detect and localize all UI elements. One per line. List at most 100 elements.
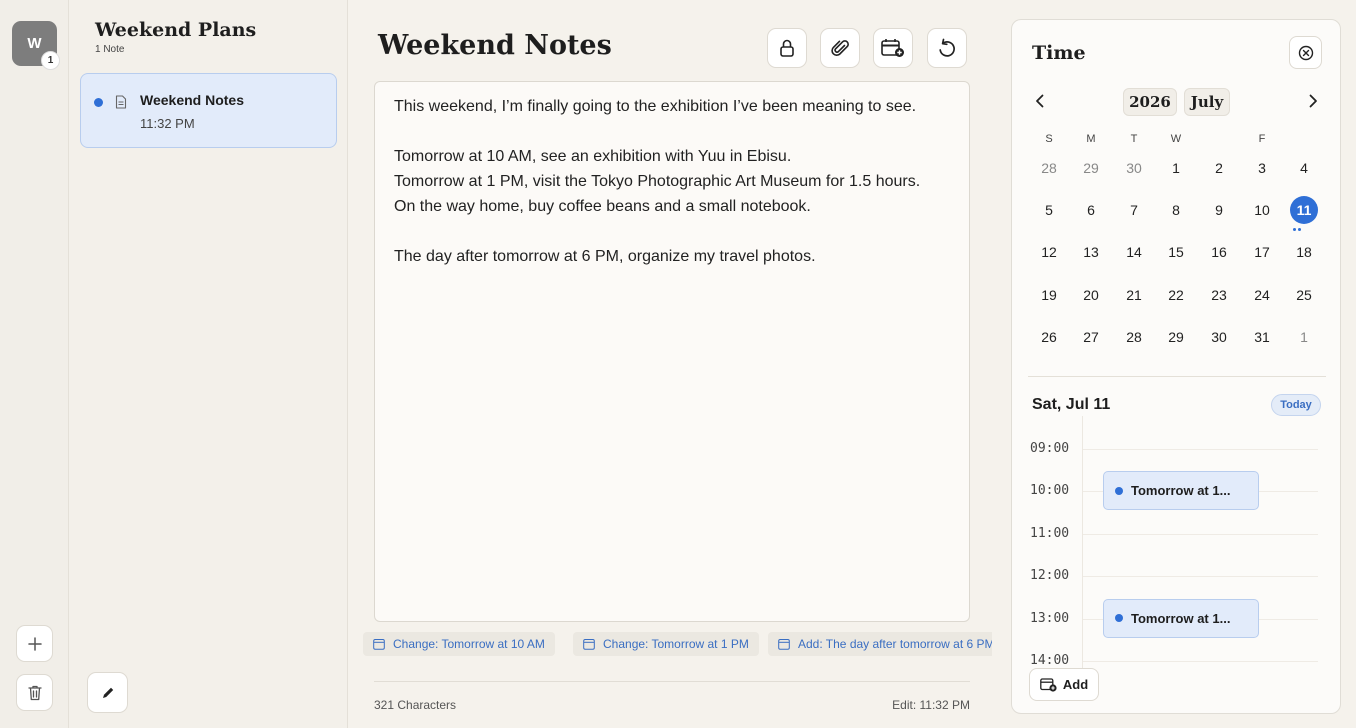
calendar-day[interactable]: 31 bbox=[1242, 322, 1282, 352]
suggestion-chip-add-6pm[interactable]: Add: The day after tomorrow at 6 PM bbox=[768, 632, 992, 656]
calendar-day[interactable]: 22 bbox=[1156, 280, 1196, 310]
calendar-day[interactable]: 15 bbox=[1156, 237, 1196, 267]
unsaved-dot bbox=[94, 98, 103, 107]
note-line: This weekend, I’m finally going to the e… bbox=[394, 98, 917, 115]
attach-button[interactable] bbox=[820, 28, 860, 68]
calendar-day[interactable]: 1 bbox=[1156, 153, 1196, 183]
calendar-day[interactable]: 13 bbox=[1071, 237, 1111, 267]
selected-date-label: Sat, Jul 11 bbox=[1032, 396, 1111, 413]
note-line: The day after tomorrow at 6 PM, organize… bbox=[394, 248, 816, 265]
calendar-day[interactable]: 18 bbox=[1284, 237, 1324, 267]
delete-folder-button[interactable] bbox=[16, 674, 53, 711]
timeline-hour-label: 12:00 bbox=[1030, 568, 1070, 583]
calendar-day[interactable]: 4 bbox=[1284, 153, 1324, 183]
add-event-label: Add bbox=[1062, 677, 1089, 692]
timeline-hour-line bbox=[1083, 448, 1318, 450]
today-button[interactable]: Today bbox=[1271, 394, 1321, 416]
calendar-day[interactable]: 27 bbox=[1071, 322, 1111, 352]
note-body-editor[interactable]: This weekend, I’m finally going to the e… bbox=[374, 81, 970, 622]
calendar-day[interactable]: 16 bbox=[1199, 237, 1239, 267]
calendar-day[interactable]: 2 bbox=[1199, 153, 1239, 183]
calendar-day[interactable]: 8 bbox=[1156, 195, 1196, 225]
calendar-day[interactable]: 29 bbox=[1156, 322, 1196, 352]
editor-panel: Weekend Notes This weekend, I’m finally … bbox=[348, 0, 996, 728]
next-month-button[interactable] bbox=[1304, 92, 1322, 110]
chevron-left-icon bbox=[1036, 94, 1044, 108]
event-dot bbox=[1115, 614, 1123, 622]
calendar-add-icon bbox=[881, 39, 904, 57]
paperclip-icon bbox=[831, 40, 849, 57]
suggestion-chip-label: Add: The day after tomorrow at 6 PM bbox=[798, 637, 992, 651]
pencil-icon bbox=[102, 687, 113, 698]
note-list-panel: Weekend Plans 1 Note Weekend Notes 11:32… bbox=[69, 0, 348, 728]
calendar-day-number: 11 bbox=[1290, 196, 1318, 224]
calendar-day[interactable]: 19 bbox=[1029, 280, 1069, 310]
new-note-button[interactable] bbox=[87, 672, 128, 713]
timeline-hour-label: 09:00 bbox=[1030, 440, 1070, 456]
time-panel-title: Time bbox=[1032, 42, 1086, 64]
calendar-icon bbox=[583, 639, 595, 650]
character-count: 321 Characters bbox=[374, 698, 457, 712]
day-timeline[interactable]: 08:0009:0010:0011:0012:0013:0014:00Tomor… bbox=[1028, 416, 1318, 668]
add-folder-button[interactable] bbox=[16, 625, 53, 662]
calendar-day[interactable]: 29 bbox=[1071, 153, 1111, 183]
calendar-day[interactable]: 5 bbox=[1029, 195, 1069, 225]
calendar-day[interactable]: 24 bbox=[1242, 280, 1282, 310]
timeline-event[interactable]: Tomorrow at 1... bbox=[1103, 471, 1259, 510]
calendar-day[interactable]: 9 bbox=[1199, 195, 1239, 225]
weekday-header: F bbox=[1258, 133, 1266, 145]
note-line: On the way home, buy coffee beans and a … bbox=[394, 198, 811, 215]
timeline-event-label: Tomorrow at 1... bbox=[1131, 483, 1231, 498]
suggestion-chip-change-10am[interactable]: Change: Tomorrow at 10 AM bbox=[363, 632, 555, 656]
month-select[interactable]: July bbox=[1184, 88, 1230, 116]
note-title: Weekend Notes bbox=[378, 30, 612, 61]
revert-button[interactable] bbox=[927, 28, 967, 68]
suggestion-chip-change-1pm[interactable]: Change: Tomorrow at 1 PM bbox=[573, 632, 759, 656]
calendar-day[interactable]: 30 bbox=[1114, 153, 1154, 183]
note-line: Tomorrow at 1 PM, visit the Tokyo Photog… bbox=[394, 173, 921, 190]
calendar-day[interactable]: 10 bbox=[1242, 195, 1282, 225]
folder-avatar-letter: W bbox=[27, 35, 42, 52]
prev-month-button[interactable] bbox=[1031, 92, 1049, 110]
add-to-calendar-button[interactable] bbox=[873, 28, 913, 68]
folder-title: Weekend Plans bbox=[95, 19, 257, 41]
timeline-event-label: Tomorrow at 1... bbox=[1131, 610, 1231, 626]
year-select[interactable]: 2026 bbox=[1123, 88, 1177, 116]
timeline-hour-line bbox=[1083, 661, 1318, 662]
calendar-day[interactable]: 25 bbox=[1284, 280, 1324, 310]
last-edited: Edit: 11:32 PM bbox=[892, 698, 970, 712]
calendar-day-selected[interactable]: 11 bbox=[1284, 195, 1324, 225]
lock-icon bbox=[780, 39, 794, 57]
calendar-day[interactable]: 30 bbox=[1199, 322, 1239, 352]
calendar-day[interactable]: 28 bbox=[1114, 322, 1154, 352]
calendar-day[interactable]: 21 bbox=[1114, 280, 1154, 310]
timeline-event[interactable]: Tomorrow at 1... bbox=[1103, 598, 1259, 638]
calendar-day[interactable]: 28 bbox=[1029, 153, 1069, 183]
calendar-day[interactable]: 20 bbox=[1071, 280, 1111, 310]
timeline-hour-label: 10:00 bbox=[1030, 483, 1070, 498]
note-list-item[interactable]: Weekend Notes 11:32 PM bbox=[80, 73, 337, 148]
timeline-hour-line bbox=[1083, 576, 1318, 577]
calendar-day[interactable]: 17 bbox=[1242, 237, 1282, 267]
event-indicator-dots bbox=[1293, 228, 1301, 231]
folder-note-count: 1 Note bbox=[95, 44, 125, 55]
close-circle-icon bbox=[1298, 45, 1313, 60]
timeline-hour-label: 11:00 bbox=[1030, 525, 1070, 541]
calendar-day[interactable]: 26 bbox=[1029, 322, 1069, 352]
calendar-add-icon bbox=[1040, 678, 1057, 692]
close-panel-button[interactable] bbox=[1289, 36, 1322, 69]
calendar-day[interactable]: 23 bbox=[1199, 280, 1239, 310]
document-icon bbox=[115, 95, 127, 109]
note-list-item-time: 11:32 PM bbox=[140, 116, 195, 131]
calendar-day[interactable]: 1 bbox=[1284, 322, 1324, 352]
footer-divider bbox=[374, 681, 970, 682]
calendar-day[interactable]: 3 bbox=[1242, 153, 1282, 183]
weekday-header: M bbox=[1086, 133, 1096, 145]
calendar-day[interactable]: 6 bbox=[1071, 195, 1111, 225]
lock-button[interactable] bbox=[767, 28, 807, 68]
calendar-day[interactable]: 12 bbox=[1029, 237, 1069, 267]
add-event-button[interactable]: Add bbox=[1029, 668, 1099, 701]
calendar-day[interactable]: 7 bbox=[1114, 195, 1154, 225]
weekday-header: W bbox=[1170, 133, 1182, 145]
calendar-day[interactable]: 14 bbox=[1114, 237, 1154, 267]
